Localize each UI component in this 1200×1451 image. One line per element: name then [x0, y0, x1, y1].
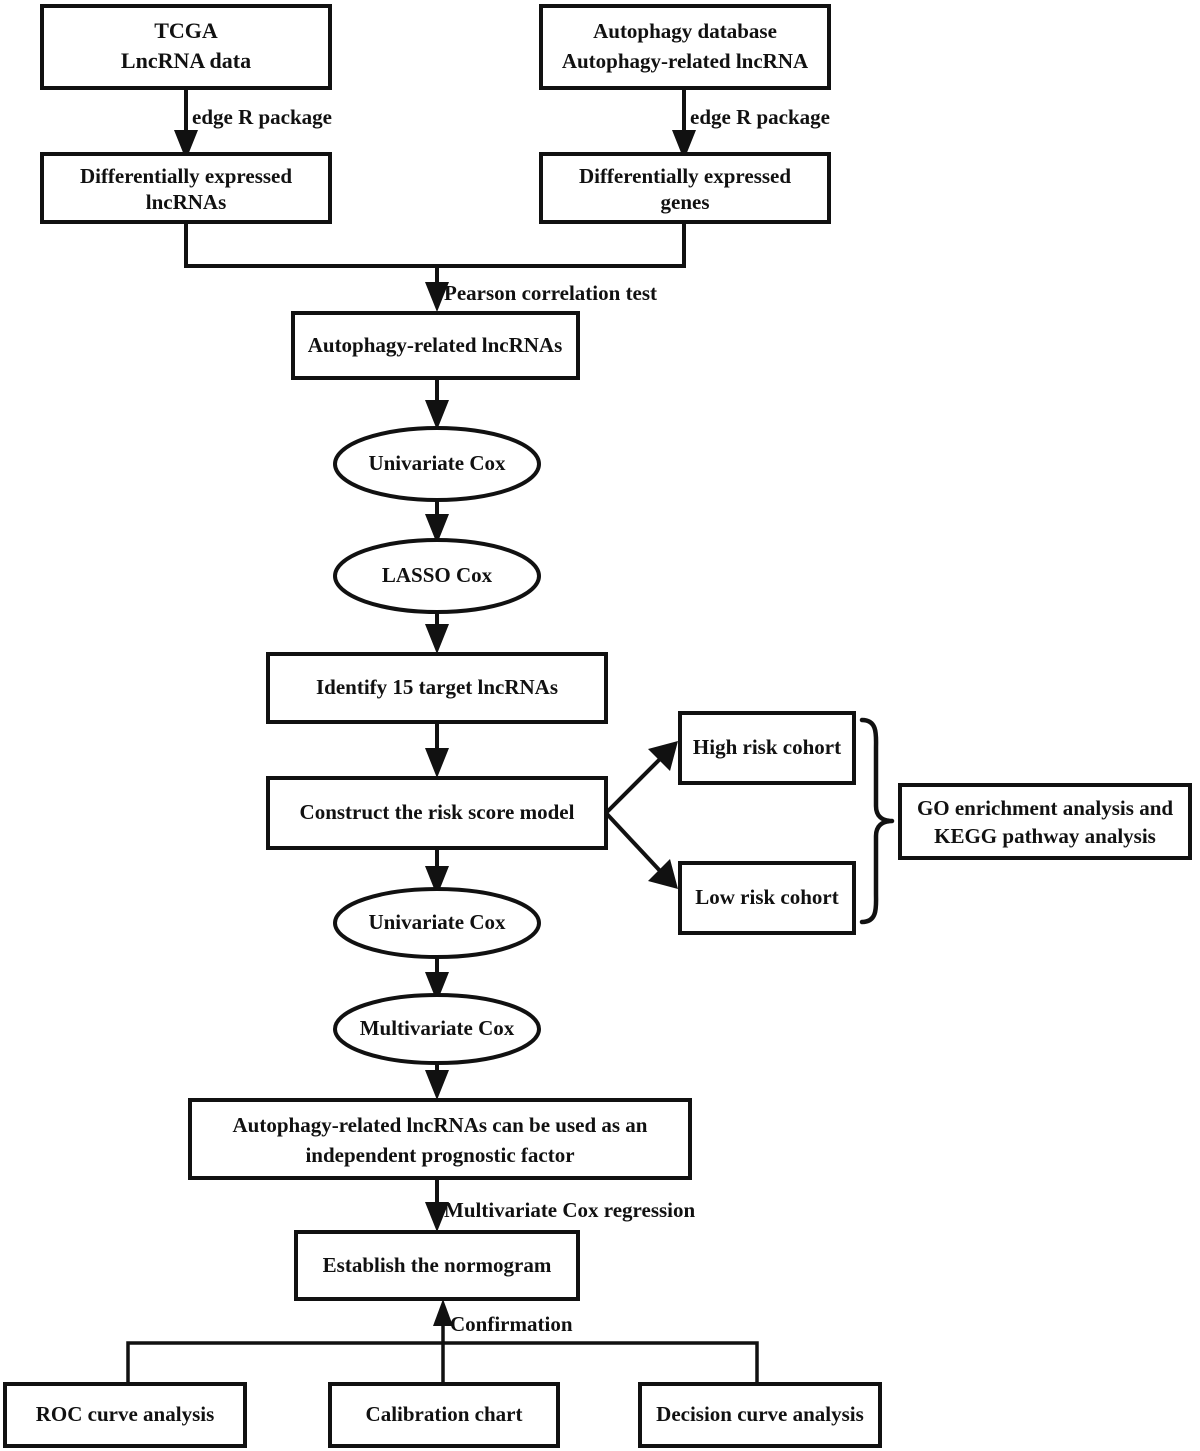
node-establish-normogram: Establish the normogram	[294, 1230, 580, 1301]
brace-cohorts-to-go-kegg	[859, 717, 895, 925]
edge-label-confirmation: Confirmation	[450, 1312, 573, 1336]
node-univariate-cox-1-label: Univariate Cox	[368, 451, 506, 475]
node-multivariate-cox: Multivariate Cox	[333, 993, 541, 1065]
node-tcga-lncrna-data-line2: LncRNA data	[121, 48, 251, 73]
node-independent-prognostic-factor: Autophagy-related lncRNAs can be used as…	[188, 1098, 692, 1180]
edge-autophagy-lncrnas-to-univariate-cox-1	[425, 378, 449, 430]
node-identify-targets: Identify 15 target lncRNAs	[266, 652, 608, 724]
node-autophagy-database: Autophagy database Autophagy-related lnc…	[539, 4, 831, 90]
edge-label-edge-r-package-left: edge R package	[192, 105, 332, 129]
edge-multivariate-cox-to-prognostic-factor	[425, 1062, 449, 1100]
edge-label-multivariate-cox-regression: Multivariate Cox regression	[444, 1198, 696, 1222]
edge-label-edge-r-package-right: edge R package	[690, 105, 830, 129]
flowchart-diagram: TCGA LncRNA data Autophagy database Auto…	[0, 0, 1200, 1451]
node-deg-lncrnas: Differentially expressed lncRNAs	[40, 152, 332, 224]
node-decision-curve-analysis-label: Decision curve analysis	[656, 1402, 864, 1426]
node-establish-normogram-label: Establish the normogram	[323, 1253, 552, 1277]
node-univariate-cox-1: Univariate Cox	[333, 426, 541, 502]
edge-risk-model-to-high-risk	[604, 741, 678, 815]
edge-lasso-cox-to-identify-targets	[425, 612, 449, 654]
node-tcga-lncrna-data: TCGA LncRNA data	[40, 4, 332, 90]
node-go-kegg-analysis-line1: GO enrichment analysis and	[917, 796, 1173, 820]
node-deg-genes-line1: Differentially expressed	[579, 164, 791, 188]
node-low-risk-cohort-label: Low risk cohort	[695, 885, 839, 909]
arrowhead-icon	[425, 748, 449, 778]
node-go-kegg-analysis-line2: KEGG pathway analysis	[934, 824, 1156, 848]
node-decision-curve-analysis: Decision curve analysis	[638, 1382, 882, 1448]
edge-confirmation-to-normogram	[126, 1299, 759, 1384]
node-independent-prognostic-factor-line2: independent prognostic factor	[305, 1143, 574, 1167]
node-univariate-cox-2: Univariate Cox	[333, 887, 541, 959]
node-autophagy-database-line2: Autophagy-related lncRNA	[562, 49, 809, 73]
flowchart-canvas: TCGA LncRNA data Autophagy database Auto…	[3, 4, 1192, 1448]
node-identify-targets-label: Identify 15 target lncRNAs	[316, 675, 558, 699]
node-deg-lncrnas-line2: lncRNAs	[146, 190, 227, 214]
node-independent-prognostic-factor-line1: Autophagy-related lncRNAs can be used as…	[233, 1113, 648, 1137]
arrowhead-icon	[425, 400, 449, 430]
node-go-kegg-analysis: GO enrichment analysis and KEGG pathway …	[898, 783, 1192, 860]
edge-label-pearson-correlation-test: Pearson correlation test	[444, 281, 657, 305]
edge-identify-targets-to-risk-model	[425, 722, 449, 778]
node-roc-curve-analysis: ROC curve analysis	[3, 1382, 247, 1448]
node-deg-genes-line2: genes	[661, 190, 710, 214]
node-high-risk-cohort-label: High risk cohort	[693, 735, 841, 759]
node-lasso-cox: LASSO Cox	[333, 538, 541, 614]
node-tcga-lncrna-data-line1: TCGA	[154, 18, 218, 43]
node-autophagy-database-line1: Autophagy database	[593, 19, 777, 43]
node-risk-score-model-label: Construct the risk score model	[300, 800, 575, 824]
arrowhead-icon	[425, 624, 449, 654]
node-high-risk-cohort: High risk cohort	[678, 711, 856, 785]
node-autophagy-related-lncrnas: Autophagy-related lncRNAs	[291, 311, 580, 380]
node-multivariate-cox-label: Multivariate Cox	[360, 1016, 515, 1040]
node-calibration-chart: Calibration chart	[328, 1382, 560, 1448]
arrowhead-icon	[425, 1070, 449, 1100]
node-autophagy-related-lncrnas-label: Autophagy-related lncRNAs	[308, 333, 563, 357]
node-lasso-cox-label: LASSO Cox	[382, 563, 493, 587]
node-calibration-chart-label: Calibration chart	[366, 1402, 523, 1426]
edge-univariate-cox-1-to-lasso-cox	[425, 500, 449, 544]
edge-risk-model-to-low-risk	[604, 811, 678, 889]
node-low-risk-cohort: Low risk cohort	[678, 861, 856, 935]
node-deg-genes: Differentially expressed genes	[539, 152, 831, 224]
node-deg-lncrnas-line1: Differentially expressed	[80, 164, 292, 188]
node-roc-curve-analysis-label: ROC curve analysis	[36, 1402, 215, 1426]
node-univariate-cox-2-label: Univariate Cox	[368, 910, 506, 934]
node-risk-score-model: Construct the risk score model	[266, 776, 608, 850]
